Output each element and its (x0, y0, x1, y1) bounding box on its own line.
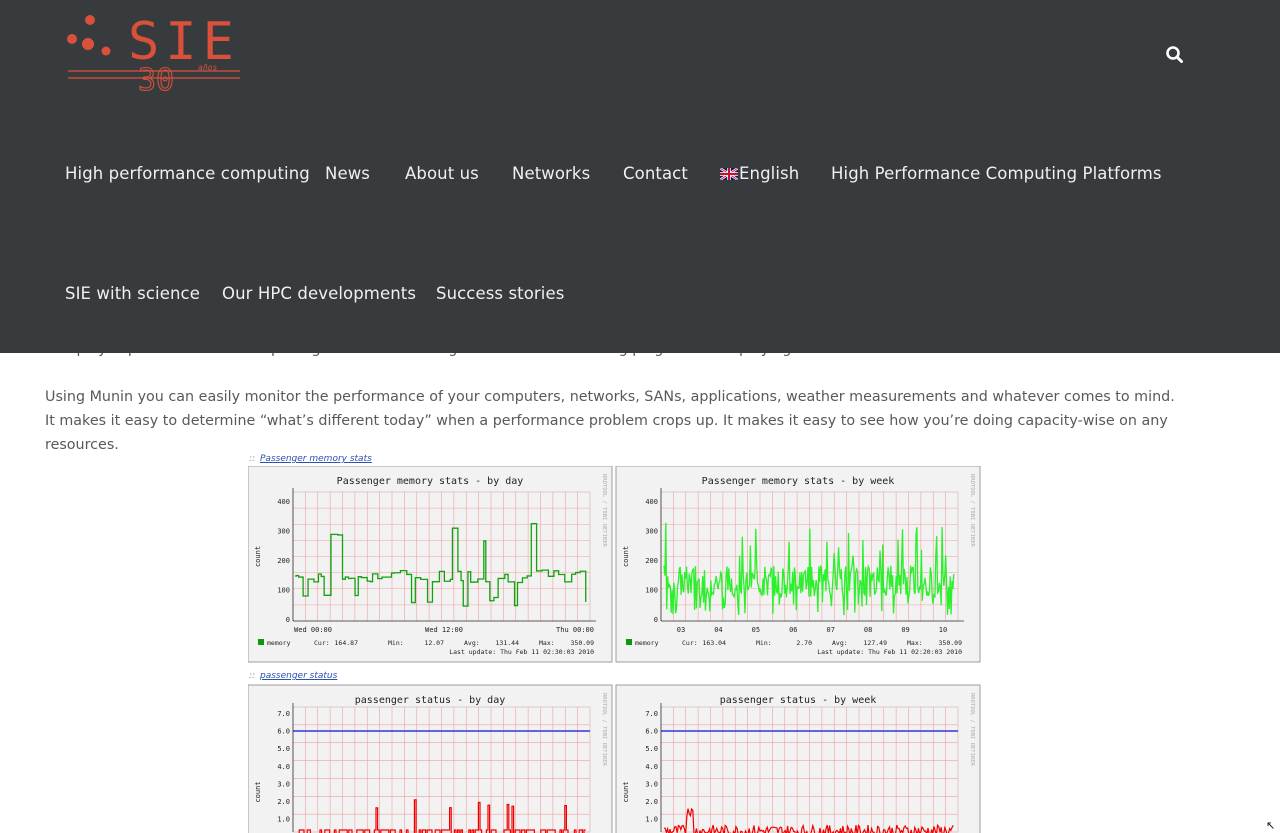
status-week-graph-title: passenger status - by week (720, 695, 877, 706)
legend-cur-label: Cur: (314, 639, 330, 647)
y-tick-label: 4.0 (645, 763, 658, 771)
nav-contact[interactable]: Contact (623, 164, 688, 183)
legend-max-label: Max: (539, 639, 555, 647)
munin-graphs: Passenger memory stats - by day RRDTOOL /… (248, 466, 981, 833)
y-tick-label: 7.0 (277, 710, 290, 718)
memory-week-graph-title: Passenger memory stats - by week (702, 476, 895, 487)
legend-max-label: Max: (907, 639, 923, 647)
passenger-status-link[interactable]: passenger status (260, 671, 337, 681)
nav-language[interactable]: English (720, 164, 799, 183)
site-header: SIE 30 años High performance computing N… (0, 0, 1280, 353)
nav-success-stories[interactable]: Success stories (436, 284, 564, 303)
legend-avg-value: 131.44 (496, 639, 520, 647)
y-tick-label: 4.0 (277, 763, 290, 771)
status-week-graph-side-text: RRDTOOL / TOBI OETIKER (969, 693, 975, 767)
nav-news[interactable]: News (325, 164, 370, 183)
y-tick-label: 1.0 (277, 816, 290, 824)
legend-avg-label: Avg: (464, 639, 480, 647)
last-update: Last update: Thu Feb 11 02:30:03 2010 (449, 648, 594, 656)
x-tick-label: 09 (901, 626, 909, 634)
legend-swatch (626, 639, 632, 645)
memory-week-graph-frame (615, 466, 981, 663)
y-tick-label: 100 (645, 587, 658, 595)
y-tick-label: 6.0 (645, 728, 658, 736)
x-tick-label: Thu 00:00 (556, 626, 594, 634)
status-day-graph: passenger status - by day RRDTOOL / TOBI … (248, 684, 613, 833)
y-tick-label: 6.0 (277, 728, 290, 736)
nav-sie-with-science[interactable]: SIE with science (65, 284, 200, 303)
y-axis-label: count (254, 781, 262, 802)
legend-min-value: 2.70 (796, 639, 812, 647)
y-tick-label: 5.0 (277, 745, 290, 753)
y-tick-label: 200 (645, 557, 658, 565)
status-day-graph-title: passenger status - by day (355, 695, 506, 706)
legend-avg-value: 127.49 (864, 639, 888, 647)
memory-day-graph-title: Passenger memory stats - by day (337, 476, 524, 487)
x-tick-label: Wed 00:00 (294, 626, 332, 634)
legend-label: memory (635, 639, 659, 647)
logo-script: años (198, 63, 217, 72)
y-tick-label: 3.0 (277, 780, 290, 788)
nav-high-performance-computing[interactable]: High performance computing (65, 164, 310, 183)
x-tick-label: 05 (752, 626, 760, 634)
status-day-graph-side-text: RRDTOOL / TOBI OETIKER (601, 693, 607, 767)
nav-our-hpc-developments[interactable]: Our HPC developments (222, 284, 416, 303)
y-tick-label: 200 (277, 557, 290, 565)
memory-week-graph-side-text: RRDTOOL / TOBI OETIKER (969, 474, 975, 548)
y-axis-label: count (254, 546, 262, 567)
y-tick-label: 300 (645, 528, 658, 536)
y-tick-label: 400 (645, 498, 658, 506)
legend-min-value: 12.07 (424, 639, 444, 647)
y-tick-label: 0 (654, 616, 658, 624)
passenger-memory-stats-link[interactable]: Passenger memory stats (260, 454, 372, 464)
x-tick-label: 08 (864, 626, 872, 634)
x-tick-label: 07 (826, 626, 834, 634)
search-icon[interactable] (1164, 44, 1186, 66)
y-tick-label: 400 (277, 498, 290, 506)
legend-cur-label: Cur: (682, 639, 698, 647)
legend-min-label: Min: (388, 639, 404, 647)
nav-about-us[interactable]: About us (405, 164, 479, 183)
munin-paragraph: Using Munin you can easily monitor the p… (45, 389, 1175, 453)
y-tick-label: 3.0 (645, 780, 658, 788)
status-week-graph: passenger status - by week RRDTOOL / TOBI… (615, 684, 981, 833)
y-axis-label: count (622, 781, 630, 802)
legend-avg-label: Avg: (832, 639, 848, 647)
memory-day-graph-side-text: RRDTOOL / TOBI OETIKER (601, 474, 607, 548)
nav-hpc-platforms[interactable]: High Performance Computing Platforms (831, 164, 1162, 183)
legend-min-label: Min: (756, 639, 772, 647)
sie-logo[interactable]: SIE 30 años (64, 14, 244, 96)
mouse-cursor: ↖ (1266, 819, 1276, 832)
legend-swatch (258, 639, 264, 645)
legend-cur-value: 163.04 (703, 639, 727, 647)
legend-label: memory (267, 639, 291, 647)
legend-cur-value: 164.87 (335, 639, 359, 647)
x-tick-label: 10 (939, 626, 947, 634)
y-tick-label: 0 (286, 616, 290, 624)
y-axis-label: count (622, 546, 630, 567)
nav-networks[interactable]: Networks (512, 164, 590, 183)
link-prefix: :: (249, 454, 256, 464)
x-tick-label: Wed 12:00 (425, 626, 463, 634)
y-tick-label: 7.0 (645, 710, 658, 718)
x-tick-label: 03 (677, 626, 685, 634)
last-update: Last update: Thu Feb 11 02:20:03 2010 (817, 648, 962, 656)
y-tick-label: 2.0 (277, 798, 290, 806)
y-tick-label: 2.0 (645, 798, 658, 806)
x-tick-label: 04 (714, 626, 722, 634)
link-prefix-2: :: (249, 671, 256, 681)
nav-language-label: English (739, 164, 800, 183)
memory-week-graph: Passenger memory stats - by week RRDTOOL … (615, 466, 981, 663)
y-tick-label: 1.0 (645, 816, 658, 824)
y-tick-label: 100 (277, 587, 290, 595)
memory-day-graph: Passenger memory stats - by day RRDTOOL /… (248, 466, 613, 663)
legend-max-value: 350.09 (939, 639, 963, 647)
x-tick-label: 06 (789, 626, 797, 634)
logo-anniversary: 30 (138, 63, 174, 96)
y-tick-label: 300 (277, 528, 290, 536)
legend-max-value: 350.09 (571, 639, 595, 647)
y-tick-label: 5.0 (645, 745, 658, 753)
uk-flag-icon (720, 168, 738, 180)
